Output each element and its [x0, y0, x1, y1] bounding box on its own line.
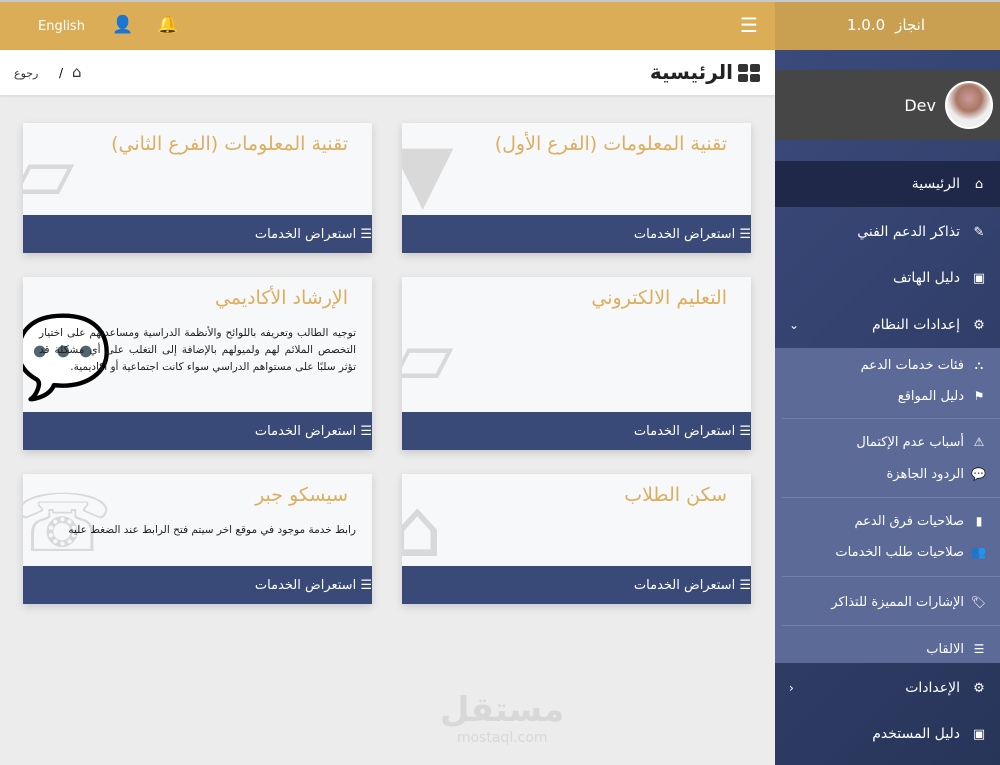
chevron-down-icon: ⌄	[789, 318, 800, 332]
comment-icon: 💬	[971, 467, 986, 481]
service-card: ☏ سيسكو جبر رابط خدمة موجود في موقع اخر …	[23, 474, 372, 604]
watermark-en: mostaql.com	[456, 730, 548, 746]
user-name: Dev	[904, 96, 936, 115]
card-title: سكن الطلاب	[624, 484, 727, 506]
main-area: English 👤 🔔 ☰ الرئيسية ⌂ / رجوع ▼ تقنية …	[0, 0, 775, 765]
avatar	[945, 81, 993, 129]
service-card: ▱ تقنية المعلومات (الفرع الثاني) استعراض…	[23, 123, 372, 253]
service-card: ▼ تقنية المعلومات (الفرع الأول) استعراض …	[402, 123, 751, 253]
system-settings-submenu: ⛬ فئات خدمات الدعم ⚑ دليل المواقع ⚠ أسباب ع…	[775, 348, 1000, 663]
view-services-button[interactable]: استعراض الخدمات ☰	[402, 215, 751, 253]
house-icon: ⌂	[402, 482, 443, 575]
users-icon: 👥	[971, 545, 986, 559]
divider	[782, 576, 1000, 577]
list-icon: ☰	[739, 577, 751, 593]
back-link[interactable]: رجوع	[14, 67, 38, 80]
brand-name: انجاز	[895, 16, 925, 34]
signpost-icon: ⚑	[973, 389, 985, 403]
subitem-ticket-tags[interactable]: 🏷 الإشارات المميزة للتذاكر	[775, 590, 1000, 614]
divider	[782, 418, 1000, 419]
language-switch[interactable]: English	[38, 19, 85, 34]
gears-icon: ⚙	[973, 680, 985, 696]
address-book-icon: ▣	[972, 270, 986, 286]
service-card: 💬 الإرشاد الأكاديمي توجيه الطالب وتعريفه…	[23, 277, 372, 450]
sidebar-item-tickets[interactable]: ✎ تذاكر الدعم الفني	[775, 209, 1000, 255]
list-icon: ☰	[360, 423, 372, 439]
ticket-icon: ✎	[973, 224, 985, 240]
service-card: ▱ التعليم الالكتروني استعراض الخدمات ☰	[402, 277, 751, 450]
subitem-support-team-permissions[interactable]: ▮ صلاحيات فرق الدعم	[775, 509, 1000, 533]
sidebar-item-system-settings[interactable]: ⚙ إعدادات النظام ⌄	[775, 302, 1000, 348]
tie-icon: ▼	[402, 126, 454, 219]
sitemap-icon: ⛬	[974, 357, 984, 372]
ticket-icon: ▱	[23, 126, 75, 219]
watermark-ar: مستقل	[440, 690, 565, 730]
watermark: مستقل mostaql.com	[440, 690, 564, 746]
sidebar-item-home[interactable]: ⌂ الرئيسية	[775, 161, 1000, 207]
sidebar: انجاز 1.0.0 Dev ⌂ الرئيسية ✎ تذاكر الدعم ال…	[775, 0, 1000, 765]
list-icon: ☰	[739, 423, 751, 439]
card-description: توجيه الطالب وتعريفه باللوائح والأنظمة ا…	[39, 327, 356, 373]
card-title: التعليم الالكتروني	[591, 287, 727, 309]
view-services-button[interactable]: استعراض الخدمات ☰	[23, 412, 372, 450]
view-services-button[interactable]: استعراض الخدمات ☰	[402, 412, 751, 450]
card-description: رابط خدمة موجود في موقع اخر سيتم فتح الر…	[68, 524, 356, 536]
dashboard-icon	[738, 64, 760, 82]
card-title: سيسكو جبر	[255, 484, 348, 506]
card-title: الإرشاد الأكاديمي	[214, 287, 348, 309]
tag-icon: 🏷	[970, 595, 986, 609]
view-services-button[interactable]: استعراض الخدمات ☰	[23, 566, 372, 604]
subitem-support-categories[interactable]: ⛬ فئات خدمات الدعم	[775, 353, 1000, 377]
id-badge-icon: ▮	[975, 514, 983, 528]
breadcrumb: الرئيسية ⌂ / رجوع	[0, 50, 775, 95]
sidebar-item-settings[interactable]: ⚙ الإعدادات ‹	[775, 665, 1000, 711]
list-icon: ☰	[360, 226, 372, 242]
chevron-left-icon: ‹	[789, 681, 794, 695]
subitem-titles[interactable]: ☰ الالقاب	[775, 637, 1000, 661]
top-bar: English 👤 🔔 ☰	[0, 0, 775, 50]
sliders-icon: ☰	[973, 642, 985, 656]
bell-icon[interactable]: 🔔	[157, 15, 178, 35]
user-icon[interactable]: 👤	[112, 15, 133, 35]
breadcrumb-separator: /	[59, 66, 64, 80]
menu-icon[interactable]: ☰	[740, 13, 758, 37]
user-panel: Dev	[775, 70, 1000, 140]
subitem-canned-replies[interactable]: 💬 الردود الجاهزة	[775, 462, 1000, 486]
card-title: تقنية المعلومات (الفرع الثاني)	[111, 133, 348, 155]
divider	[782, 625, 1000, 626]
view-services-button[interactable]: استعراض الخدمات ☰	[402, 566, 751, 604]
list-icon: ☰	[739, 226, 751, 242]
sidebar-item-user-guide[interactable]: ▣ دليل المستخدم	[775, 711, 1000, 757]
home-icon: ⌂	[974, 176, 984, 192]
view-services-button[interactable]: استعراض الخدمات ☰	[23, 215, 372, 253]
subitem-service-request-permissions[interactable]: 👥 صلاحيات طلب الخدمات	[775, 540, 1000, 564]
subitem-incomplete-reasons[interactable]: ⚠ أسباب عدم الإكتمال	[775, 430, 1000, 454]
warning-icon: ⚠	[973, 435, 985, 449]
list-icon: ☰	[360, 577, 372, 593]
card-title: تقنية المعلومات (الفرع الأول)	[494, 133, 727, 155]
version: 1.0.0	[846, 16, 886, 34]
sidebar-item-phonebook[interactable]: ▣ دليل الهاتف	[775, 255, 1000, 301]
gears-icon: ⚙	[973, 317, 985, 333]
ticket-icon: ▱	[402, 310, 454, 403]
address-book-icon: ▣	[972, 726, 986, 742]
brand: انجاز 1.0.0	[775, 0, 1000, 50]
page-title: الرئيسية	[649, 60, 733, 84]
subitem-sites-directory[interactable]: ⚑ دليل المواقع	[775, 384, 1000, 408]
home-icon[interactable]: ⌂	[72, 63, 82, 81]
divider	[782, 497, 1000, 498]
service-card: ⌂ سكن الطلاب استعراض الخدمات ☰	[402, 474, 751, 604]
